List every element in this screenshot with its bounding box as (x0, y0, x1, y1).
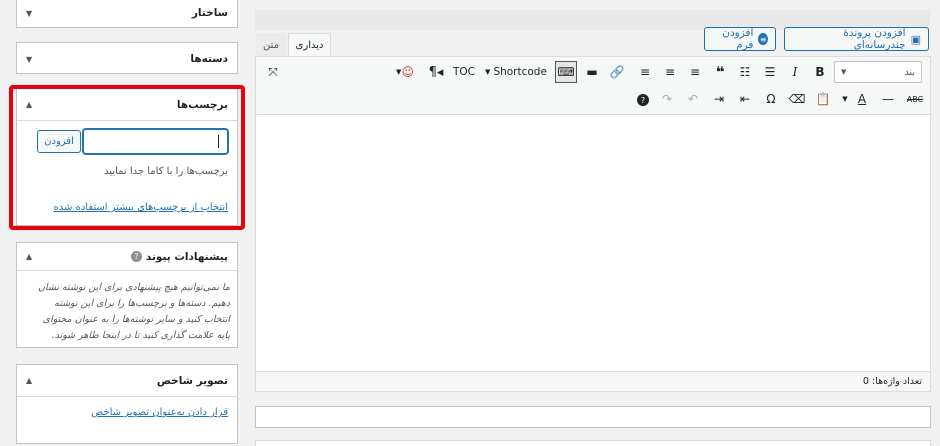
structure-title: ساختار (191, 7, 228, 19)
media-icon: ▣ (910, 32, 921, 46)
paragraph-direction-icon[interactable]: ¶◂ (426, 62, 446, 82)
categories-box: دسته‌ها ▼ (16, 42, 238, 74)
help-icon[interactable]: ? (130, 251, 142, 262)
chevron-down-icon[interactable]: ▼ (839, 89, 851, 109)
highlight-frame (9, 85, 245, 230)
set-featured-image-link[interactable]: قرار دادن به‌عنوان تصویر شاخص (91, 407, 228, 418)
editor-area[interactable]: بند ▼ B I ☰ ☷ ❝ ≡ ≡ ≡ 🔗 ▬ ⌨ ▼ Shortcode … (255, 56, 931, 392)
editor-toolbar: بند ▼ B I ☰ ☷ ❝ ≡ ≡ ≡ 🔗 ▬ ⌨ ▼ Shortcode … (256, 57, 930, 115)
align-left-icon[interactable]: ≡ (686, 62, 704, 82)
clear-formatting-icon[interactable]: ⌫ (788, 89, 806, 109)
toc-button[interactable]: TOC (451, 62, 477, 82)
tab-visual[interactable]: دیداری (288, 33, 331, 57)
structure-header[interactable]: ساختار ▼ (17, 0, 237, 26)
chevron-down-icon[interactable]: ▼ (26, 55, 32, 64)
next-box-field-2 (255, 440, 931, 446)
next-box-field[interactable] (255, 406, 931, 428)
chevron-up-icon[interactable]: ▲ (26, 252, 32, 261)
outdent-icon[interactable]: ⇤ (736, 89, 754, 109)
format-select-value: بند (904, 66, 916, 78)
read-more-icon[interactable]: ▬ (583, 62, 601, 82)
featured-image-title: تصویر شاخص (156, 374, 228, 387)
special-character-icon[interactable]: Ω (762, 89, 780, 109)
featured-image-box: تصویر شاخص ▲ (16, 364, 238, 444)
link-suggestions-title-wrap: پیشنهادات پیوند ? (130, 250, 228, 263)
italic-icon[interactable]: I (786, 62, 804, 82)
shortcode-label: Shortcode (493, 66, 547, 78)
editor-content[interactable] (256, 115, 930, 353)
chevron-down-icon: ▼ (841, 68, 847, 76)
align-center-icon[interactable]: ≡ (661, 62, 679, 82)
status-bar: تعداد واژه‌ها: 0 (255, 371, 931, 392)
categories-header[interactable]: دسته‌ها ▼ (17, 43, 237, 75)
categories-title: دسته‌ها (190, 53, 228, 65)
add-form-button[interactable]: ≡ افزودن فرم (704, 27, 776, 51)
format-select[interactable]: بند ▼ (834, 61, 922, 83)
chevron-up-icon[interactable]: ▲ (26, 376, 32, 385)
align-right-icon[interactable]: ≡ (636, 62, 654, 82)
link-suggestions-header[interactable]: پیشنهادات پیوند ? ▲ (17, 243, 237, 271)
link-suggestions-title: پیشنهادات پیوند (145, 250, 228, 263)
featured-image-header[interactable]: تصویر شاخص ▲ (17, 365, 237, 397)
strikethrough-icon[interactable]: ABC (905, 89, 925, 109)
chevron-down-icon[interactable]: ▼ (26, 9, 32, 18)
link-suggestions-text: ما نمی‌توانیم هیچ پیشنهادی برای این نوشت… (38, 282, 230, 341)
add-media-label: افزودن پروندهٔ چندرسانه‌ای (843, 27, 906, 51)
numbered-list-icon[interactable]: ☷ (736, 62, 754, 82)
blockquote-icon[interactable]: ❝ (711, 62, 729, 82)
horizontal-line-icon[interactable]: — (879, 89, 897, 109)
toolbar-toggle-icon[interactable]: ⌨ (555, 61, 577, 83)
form-icon: ≡ (758, 33, 768, 45)
add-media-button[interactable]: ▣ افزودن پروندهٔ چندرسانه‌ای (784, 27, 929, 51)
keyboard-shortcuts-help-icon[interactable]: ? (634, 90, 652, 110)
chevron-down-icon: ▼ (485, 68, 491, 76)
word-count: تعداد واژه‌ها: 0 (862, 376, 922, 387)
smiley-emoji-icon[interactable]: ▼ ☺ (390, 62, 420, 82)
paste-text-icon[interactable]: 📋 (814, 89, 832, 109)
text-color-icon[interactable]: A (853, 89, 871, 109)
shortcode-dropdown[interactable]: ▼ Shortcode (482, 62, 550, 82)
redo-icon[interactable]: ↷ (658, 89, 676, 109)
bold-icon[interactable]: B (811, 62, 829, 82)
undo-icon[interactable]: ↶ (684, 89, 702, 109)
bullet-list-icon[interactable]: ☰ (761, 62, 779, 82)
indent-icon[interactable]: ⇥ (710, 89, 728, 109)
add-form-label: افزودن فرم (722, 27, 754, 51)
fullscreen-icon[interactable]: ⤧ (264, 62, 282, 82)
structure-box: ساختار ▼ (16, 0, 238, 28)
tab-text[interactable]: متن (256, 33, 286, 57)
link-icon[interactable]: 🔗 (608, 62, 626, 82)
